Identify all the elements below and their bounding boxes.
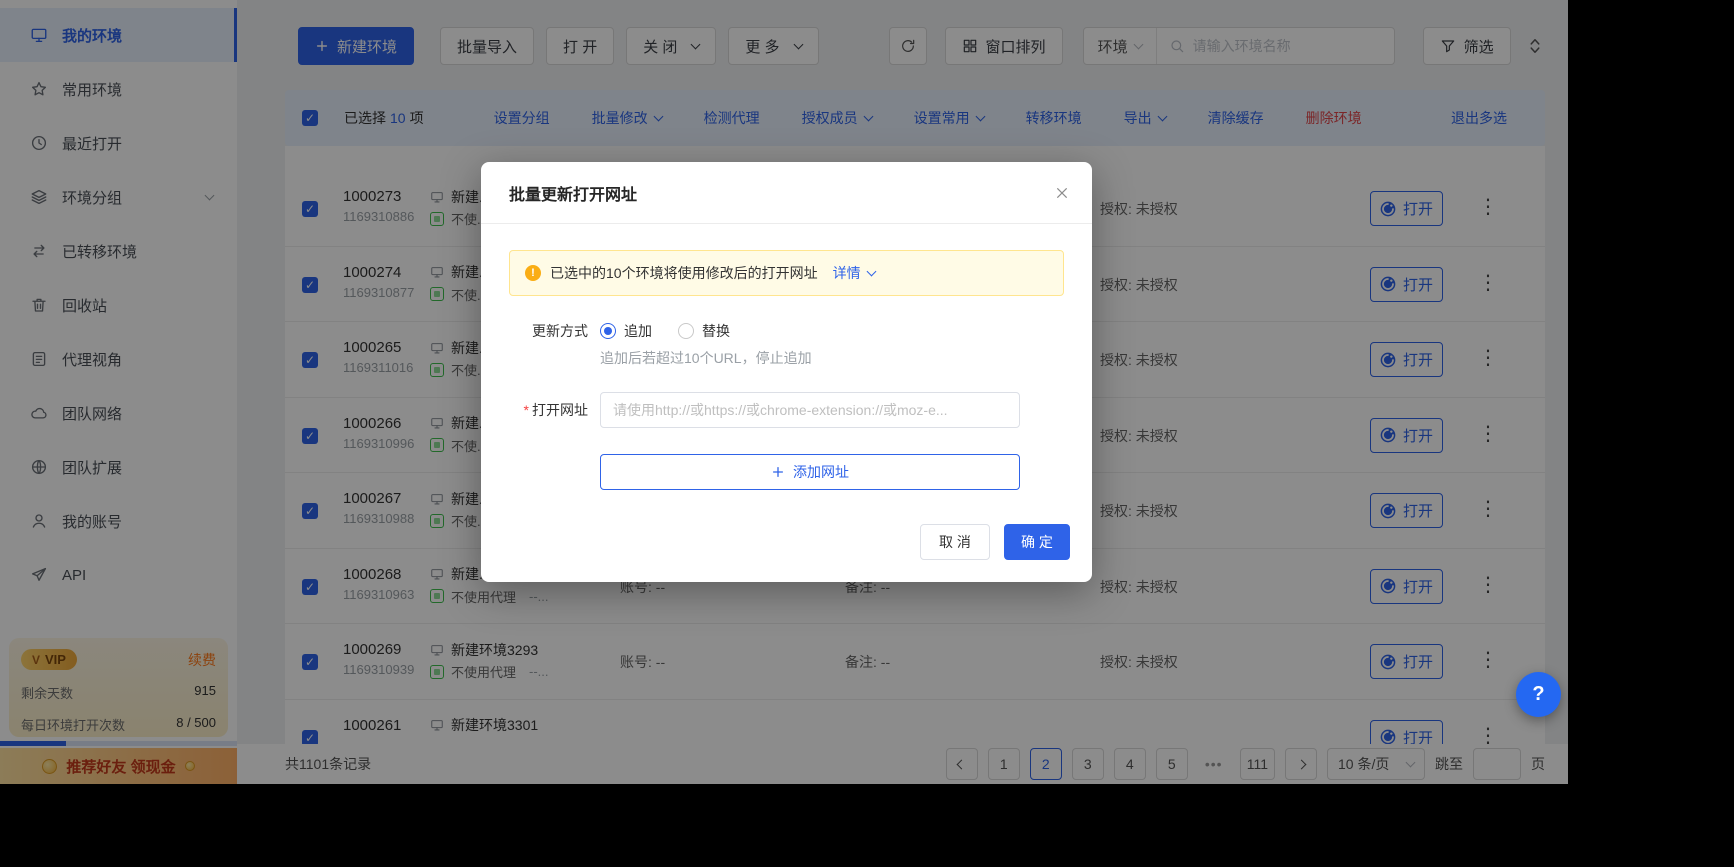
- update-method-label: 更新方式: [509, 321, 588, 341]
- radio-selected-icon: [600, 323, 616, 339]
- warning-icon: [525, 265, 541, 281]
- open-url-input[interactable]: [600, 392, 1020, 428]
- append-hint: 追加后若超过10个URL，停止追加: [600, 348, 1064, 368]
- dialog-title: 批量更新打开网址: [509, 181, 637, 205]
- cancel-button[interactable]: 取 消: [920, 524, 990, 560]
- close-icon: [1054, 185, 1070, 201]
- details-link[interactable]: 详情: [833, 263, 875, 283]
- required-asterisk: *: [524, 402, 529, 418]
- warning-alert: 已选中的10个环境将使用修改后的打开网址 详情: [509, 250, 1064, 296]
- open-url-label: *打开网址: [509, 400, 588, 420]
- chevron-down-icon: [866, 267, 876, 277]
- batch-update-url-dialog: 批量更新打开网址 已选中的10个环境将使用修改后的打开网址 详情 更新方式 追加: [481, 162, 1092, 582]
- close-dialog-button[interactable]: [1054, 185, 1070, 201]
- app-window: 我的环境 常用环境 最近打开 环境分组 已转移环境 回收站: [0, 0, 1568, 784]
- update-method-radios: 追加 替换: [600, 320, 730, 342]
- plus-icon: [771, 465, 785, 479]
- radio-unselected-icon: [678, 323, 694, 339]
- append-radio[interactable]: 追加: [600, 321, 652, 341]
- add-url-button[interactable]: 添加网址: [600, 454, 1020, 490]
- confirm-button[interactable]: 确 定: [1004, 524, 1070, 560]
- alert-text: 已选中的10个环境将使用修改后的打开网址: [550, 263, 818, 283]
- help-button[interactable]: ?: [1516, 672, 1561, 717]
- replace-radio[interactable]: 替换: [678, 321, 730, 341]
